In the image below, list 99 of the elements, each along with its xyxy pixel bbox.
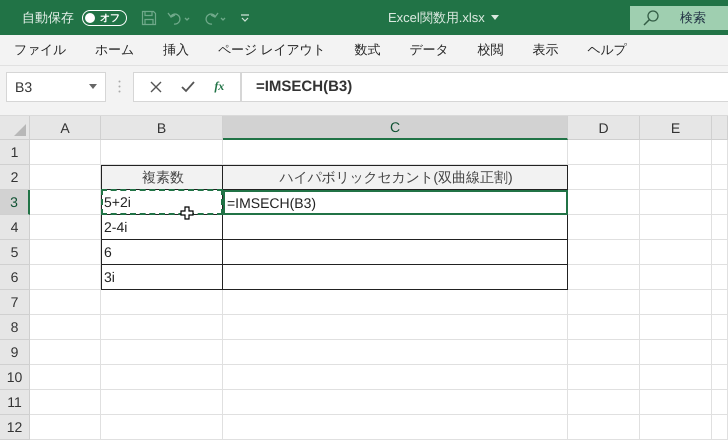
autosave-label: 自動保存 — [22, 8, 74, 26]
row-header[interactable]: 10 — [0, 365, 30, 390]
file-name[interactable]: Excel関数用.xlsx — [388, 8, 485, 26]
column-header[interactable]: E — [640, 116, 712, 140]
empty-cell[interactable] — [568, 365, 640, 390]
empty-cell[interactable] — [568, 390, 640, 415]
empty-cell[interactable] — [640, 415, 712, 440]
row-header[interactable]: 12 — [0, 415, 30, 440]
table-cell[interactable] — [223, 240, 568, 265]
search-field[interactable]: 検索 — [630, 6, 728, 30]
row-header[interactable]: 5 — [0, 240, 30, 265]
empty-cell[interactable] — [223, 340, 568, 365]
ribbon-tab[interactable]: ヘルプ — [588, 41, 642, 59]
ribbon-tab[interactable]: ホーム — [95, 41, 149, 59]
empty-cell[interactable] — [640, 265, 712, 290]
empty-cell[interactable] — [640, 190, 712, 215]
save-icon[interactable] — [141, 10, 157, 26]
empty-cell[interactable] — [568, 340, 640, 365]
empty-cell[interactable] — [568, 215, 640, 240]
empty-cell[interactable] — [568, 190, 640, 215]
empty-cell[interactable] — [712, 265, 728, 290]
empty-cell[interactable] — [568, 290, 640, 315]
empty-cell[interactable] — [712, 290, 728, 315]
check-icon[interactable] — [180, 80, 195, 92]
column-header[interactable]: B — [101, 116, 223, 140]
row-header[interactable]: 1 — [0, 140, 30, 165]
empty-cell[interactable] — [640, 140, 712, 165]
table-cell[interactable]: 2-4i — [101, 215, 223, 240]
row-header[interactable]: 7 — [0, 290, 30, 315]
column-header[interactable]: D — [568, 116, 640, 140]
empty-cell[interactable] — [101, 290, 223, 315]
ribbon-tab[interactable]: 校閲 — [478, 41, 519, 59]
row-header[interactable]: 2 — [0, 165, 30, 190]
empty-cell[interactable] — [640, 340, 712, 365]
table-cell[interactable]: 複素数 — [101, 165, 223, 190]
column-header[interactable] — [712, 116, 728, 140]
empty-cell[interactable] — [712, 190, 728, 215]
empty-cell[interactable] — [712, 165, 728, 190]
empty-cell[interactable] — [568, 315, 640, 340]
row-header[interactable]: 3 — [0, 190, 30, 215]
empty-cell[interactable] — [223, 315, 568, 340]
row-header[interactable]: 11 — [0, 390, 30, 415]
name-box[interactable]: B3 — [6, 72, 106, 102]
empty-cell[interactable] — [712, 240, 728, 265]
table-cell[interactable]: =IMSECH(B3) — [223, 190, 568, 215]
empty-cell[interactable] — [101, 315, 223, 340]
empty-cell[interactable] — [223, 415, 568, 440]
row-header[interactable]: 6 — [0, 265, 30, 290]
table-cell[interactable]: 3i — [101, 265, 223, 290]
empty-cell[interactable] — [640, 390, 712, 415]
ribbon-tab[interactable]: 表示 — [532, 41, 574, 59]
empty-cell[interactable] — [101, 415, 223, 440]
table-cell[interactable] — [223, 265, 568, 290]
grip-icon — [118, 80, 121, 93]
formula-field[interactable]: =IMSECH(B3) — [241, 72, 728, 102]
cursor-icon — [180, 206, 194, 220]
row-header[interactable]: 8 — [0, 315, 30, 340]
empty-cell[interactable] — [640, 290, 712, 315]
table-cell[interactable] — [223, 215, 568, 240]
cancel-icon[interactable] — [150, 80, 162, 92]
autosave-toggle[interactable]: オフ — [82, 10, 127, 26]
empty-cell[interactable] — [712, 415, 728, 440]
empty-cell[interactable] — [568, 265, 640, 290]
empty-cell[interactable] — [568, 240, 640, 265]
empty-cell[interactable] — [712, 365, 728, 390]
empty-cell[interactable] — [640, 315, 712, 340]
empty-cell[interactable] — [223, 365, 568, 390]
table-cell[interactable]: ハイパボリックセカント(双曲線正割) — [223, 165, 568, 190]
search-icon — [642, 9, 660, 27]
table-cell[interactable]: 6 — [101, 240, 223, 265]
empty-cell[interactable] — [101, 365, 223, 390]
empty-cell[interactable] — [223, 390, 568, 415]
empty-cell[interactable] — [712, 215, 728, 240]
empty-cell[interactable] — [640, 215, 712, 240]
ribbon-tab[interactable]: 挿入 — [163, 41, 204, 59]
column-header[interactable]: C — [223, 116, 568, 140]
ribbon-tab[interactable]: ファイル — [14, 41, 81, 59]
select-all-icon[interactable] — [14, 124, 26, 136]
empty-cell[interactable] — [568, 140, 640, 165]
empty-cell[interactable] — [712, 390, 728, 415]
column-header[interactable]: A — [30, 116, 101, 140]
insert-function-button[interactable]: fx — [214, 79, 224, 94]
caret-icon — [89, 84, 97, 89]
row-header[interactable]: 9 — [0, 340, 30, 365]
empty-cell[interactable] — [101, 340, 223, 365]
empty-cell[interactable] — [712, 315, 728, 340]
empty-cell[interactable] — [223, 290, 568, 315]
ribbon-tab[interactable]: データ — [410, 41, 464, 59]
customize-icon[interactable] — [239, 12, 251, 24]
ribbon-tab[interactable]: ページ レイアウト — [218, 41, 341, 59]
empty-cell[interactable] — [568, 415, 640, 440]
row-header[interactable]: 4 — [0, 215, 30, 240]
ribbon-tab[interactable]: 数式 — [354, 41, 396, 59]
empty-cell[interactable] — [101, 390, 223, 415]
empty-cell[interactable] — [640, 240, 712, 265]
caret-icon[interactable] — [490, 15, 499, 20]
empty-cell[interactable] — [640, 165, 712, 190]
empty-cell[interactable] — [640, 365, 712, 390]
empty-cell[interactable] — [712, 340, 728, 365]
